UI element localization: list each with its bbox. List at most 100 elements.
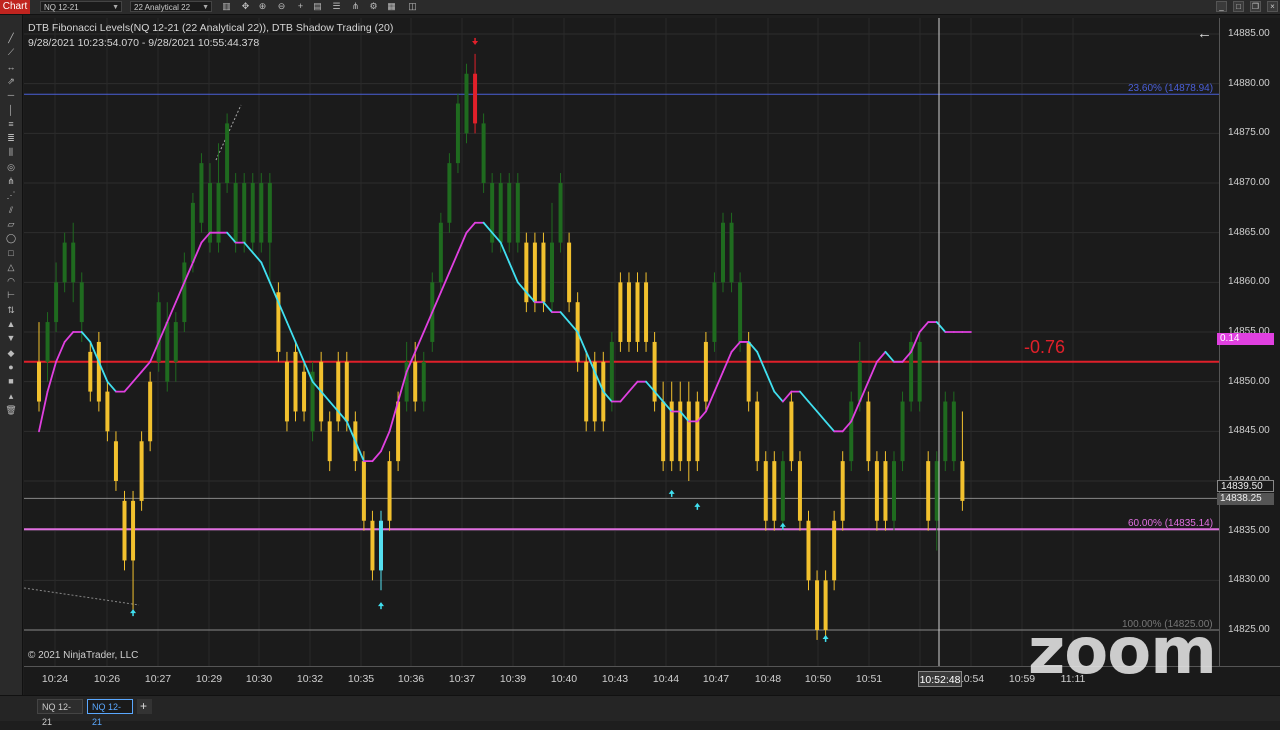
candle-body: [815, 580, 820, 630]
candle-body: [892, 461, 896, 521]
candle-body: [661, 401, 666, 462]
time-tick-label: 10:40: [550, 673, 578, 685]
candle-body: [250, 183, 255, 243]
tab-nq-2[interactable]: NQ 12-21: [87, 699, 133, 727]
price-tick-label: 14875.00: [1228, 127, 1270, 139]
price-tick-label: 14830.00: [1228, 574, 1270, 586]
chart-date-range: 9/28/2021 10:23:54.070 - 9/28/2021 10:55…: [28, 37, 260, 49]
moving-average-segment: [918, 321, 930, 333]
candle-body: [284, 361, 289, 422]
candle-body: [712, 282, 717, 342]
time-tick-label: 10:30: [245, 673, 273, 685]
candle-body: [874, 461, 879, 521]
moving-average-segment: [166, 301, 177, 323]
candle-body: [302, 371, 307, 412]
candle-body: [267, 183, 272, 243]
candle-body: [225, 123, 230, 183]
time-tick-label: 10:36: [397, 673, 425, 685]
candle-body: [678, 401, 683, 462]
candle-body: [840, 461, 845, 521]
moving-average-segment: [63, 331, 75, 343]
candle-body: [746, 341, 751, 402]
candle-body: [763, 461, 768, 521]
chart-tabs-bar: [0, 695, 1280, 721]
moving-average-segment: [465, 221, 476, 234]
moving-average-segment: [773, 390, 784, 403]
time-tick-label: 10:26: [93, 673, 121, 685]
candle-body: [849, 401, 854, 462]
candle-body: [644, 282, 649, 342]
price-tick-label: 14825.00: [1228, 624, 1270, 635]
candle-body: [857, 361, 862, 402]
candle-body: [626, 282, 631, 342]
moving-average-segment: [730, 341, 741, 353]
indicator-value-badge: 0.14: [1217, 333, 1274, 345]
candle-body: [507, 183, 512, 243]
moving-average-segment: [260, 261, 271, 284]
time-tick-label: 10:37: [448, 673, 476, 685]
candle-body: [755, 401, 760, 462]
tab-nq-1[interactable]: NQ 12-21: [37, 699, 83, 727]
moving-average-segment: [106, 380, 117, 393]
price-tick-label: 14865.00: [1228, 226, 1270, 238]
add-tab-button[interactable]: +: [137, 699, 152, 714]
candle-body: [216, 183, 221, 243]
candle-body: [883, 461, 888, 521]
candle-body: [823, 580, 828, 630]
time-tick-label: 10:43: [601, 673, 629, 685]
price-chart[interactable]: [0, 0, 1280, 720]
time-tick-label: 10:35: [347, 673, 375, 685]
candle-body: [438, 222, 443, 283]
moving-average-segment: [884, 350, 895, 363]
time-tick-label: 10:39: [499, 673, 527, 685]
candle-body: [413, 361, 418, 402]
moving-average-segment: [876, 350, 887, 363]
candle-body: [806, 520, 811, 581]
candle-body: [917, 341, 922, 402]
fib-level-60-label: 60.00% (14835.14): [1128, 518, 1214, 529]
moving-average-segment: [414, 331, 425, 353]
candle-body: [635, 282, 640, 342]
moving-average-segment: [371, 450, 382, 463]
candle-body: [609, 341, 614, 402]
candle-body: [190, 202, 195, 263]
candle-body: [113, 441, 118, 481]
time-tick-label: 10:50: [804, 673, 832, 685]
candle-body: [550, 242, 554, 303]
moving-average-segment: [380, 430, 391, 453]
moving-average-segment: [499, 241, 511, 264]
time-tick-label: 10:48: [754, 673, 782, 685]
candle-body: [541, 242, 546, 303]
arrow-left-icon[interactable]: ←: [1197, 25, 1212, 42]
candle-body: [498, 183, 503, 243]
price-tick-label: 14860.00: [1228, 276, 1270, 288]
candle-body: [361, 461, 366, 521]
moving-average-segment: [559, 311, 570, 323]
candle-body: [943, 401, 948, 462]
zoom-watermark: zoom: [1028, 615, 1217, 689]
candle-body: [233, 183, 238, 243]
time-tick-label: 10:29: [195, 673, 223, 685]
time-tick-label: 10:32: [296, 673, 324, 685]
shadow-trading-value: -0.76: [1024, 337, 1066, 357]
fib-level-23-label: 23.60% (14878.94): [1128, 83, 1214, 94]
candle-body: [156, 302, 161, 362]
time-tick-label: 10:24: [41, 673, 69, 685]
chart-title: DTB Fibonacci Levels(NQ 12-21 (22 Analyt…: [28, 22, 394, 34]
candle-body: [396, 401, 401, 462]
moving-average-segment: [132, 370, 143, 383]
candle-body: [618, 282, 623, 342]
price-tick-label: 14845.00: [1228, 425, 1270, 437]
candle-body: [293, 351, 298, 412]
candle-body: [900, 401, 905, 462]
candle-body: [780, 461, 785, 521]
candle-body: [515, 183, 520, 243]
moving-average-segment: [80, 331, 92, 343]
candle-body: [242, 183, 247, 243]
candle-body: [447, 163, 452, 223]
candle-body: [481, 123, 486, 183]
candle-body: [464, 73, 469, 134]
price-tick-label: 14885.00: [1228, 28, 1270, 39]
candle-body: [789, 401, 794, 462]
time-tick-label: 10:47: [702, 673, 730, 685]
